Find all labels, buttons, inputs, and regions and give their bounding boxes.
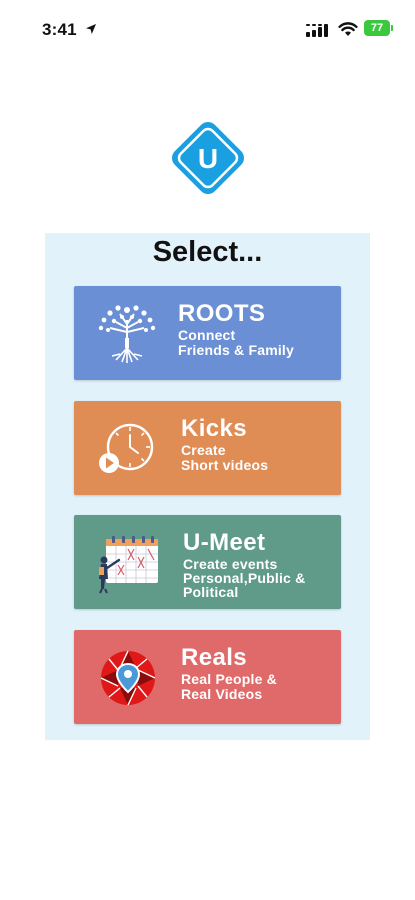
battery-icon: 77 <box>364 20 394 36</box>
camera-shutter-pin-icon <box>100 650 156 706</box>
kicks-subtitle-line2: Short videos <box>181 457 269 473</box>
calendar-person-icon <box>99 536 158 594</box>
umeet-option-text: U-Meet Create events Personal,Public & P… <box>183 529 333 599</box>
reals-subtitle-line2: Real Videos <box>181 686 263 702</box>
roots-subtitle-line2: Friends & Family <box>178 342 295 358</box>
panel-title: Select... <box>152 236 263 268</box>
kicks-title: Kicks <box>181 415 248 442</box>
roots-option-text: ROOTS Connect Friends & Family <box>178 300 333 358</box>
reals-subtitle-line1: Real People & <box>181 671 277 687</box>
location-arrow-icon <box>86 24 96 34</box>
tree-icon <box>98 305 156 363</box>
umeet-option-button[interactable]: U-Meet Create events Personal,Public & P… <box>74 515 341 609</box>
reals-title: Reals <box>181 644 248 671</box>
app-logo: U <box>172 122 244 194</box>
kicks-option-button[interactable]: Kicks Create Short videos <box>74 401 341 495</box>
umeet-subtitle-line3: Political <box>183 584 239 600</box>
kicks-option-text: Kicks Create Short videos <box>181 415 333 473</box>
umeet-subtitle-line1: Create events <box>183 556 278 572</box>
cellular-signal-icon <box>306 24 328 37</box>
umeet-title: U-Meet <box>183 529 266 556</box>
kicks-subtitle-line1: Create <box>181 442 226 458</box>
clock-play-icon <box>99 423 154 473</box>
select-screen: 3:41 77 U Select... ROOTS Connect Friend… <box>0 0 415 900</box>
logo-letter: U <box>198 143 218 174</box>
reals-option-button[interactable]: Reals Real People & Real Videos <box>74 630 341 724</box>
roots-option-button[interactable]: ROOTS Connect Friends & Family <box>74 286 341 380</box>
roots-title: ROOTS <box>178 300 266 327</box>
roots-subtitle-line1: Connect <box>178 327 236 343</box>
status-bar: 3:41 77 <box>0 0 415 56</box>
umeet-subtitle-line2: Personal,Public & <box>183 570 306 586</box>
status-time: 3:41 <box>42 20 77 39</box>
reals-option-text: Reals Real People & Real Videos <box>181 644 333 702</box>
battery-level: 77 <box>364 20 390 36</box>
wifi-icon <box>338 22 358 36</box>
battery-tip <box>391 25 393 31</box>
